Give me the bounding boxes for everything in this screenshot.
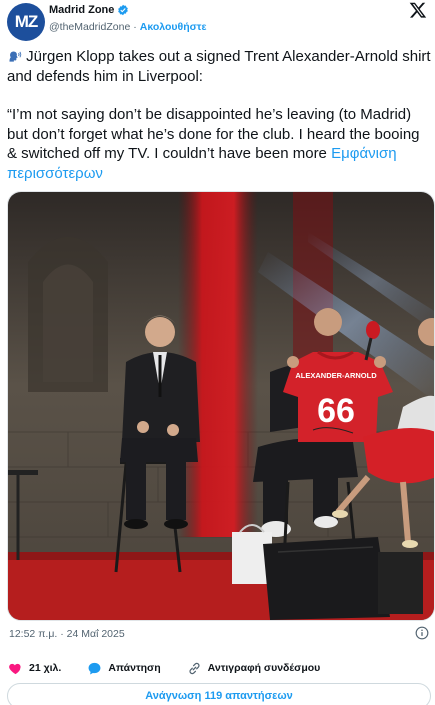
handle[interactable]: @theMadridZone <box>49 21 130 33</box>
tweet-line-1: Jürgen Klopp takes out a signed Trent Al… <box>7 48 431 85</box>
tweet-text: Jürgen Klopp takes out a signed Trent Al… <box>7 47 431 183</box>
tweet-timestamp[interactable]: 12:52 π.μ. · 24 Μαΐ 2025 <box>9 628 125 640</box>
name-row: Madrid Zone <box>49 4 129 16</box>
x-logo-icon[interactable] <box>409 1 427 19</box>
display-name[interactable]: Madrid Zone <box>49 4 114 16</box>
avatar-logo-text: MZ <box>14 12 39 31</box>
verified-badge-icon <box>118 4 129 16</box>
follow-link[interactable]: Ακολουθήστε <box>140 21 207 33</box>
info-icon[interactable] <box>415 626 429 640</box>
copy-link-button[interactable]: Αντιγραφή συνδέσμου <box>187 661 321 676</box>
separator-dot: · <box>133 21 137 33</box>
reply-label: Απάντηση <box>108 662 161 674</box>
signed-shirt: ALEXANDER-ARNOLD 66 <box>283 350 393 442</box>
read-replies-button[interactable]: Ανάγνωση 119 απαντήσεων <box>7 683 431 705</box>
microphone <box>366 321 380 339</box>
tweet-media-photo[interactable]: ALEXANDER-ARNOLD 66 <box>7 191 435 621</box>
tweet-paragraph-1: Jürgen Klopp takes out a signed Trent Al… <box>7 47 431 86</box>
avatar[interactable]: MZ <box>7 3 45 41</box>
link-icon <box>189 662 200 674</box>
like-button[interactable]: 21 χιλ. <box>8 661 61 676</box>
handle-row: @theMadridZone · Ακολουθήστε <box>49 21 206 33</box>
speaking-head-icon <box>9 51 22 62</box>
copy-link-label: Αντιγραφή συνδέσμου <box>207 662 321 674</box>
stage-photo: ALEXANDER-ARNOLD 66 <box>8 192 434 620</box>
reply-button[interactable]: Απάντηση <box>87 661 161 676</box>
action-bar: 21 χιλ. Απάντηση Αντιγραφή συνδέσμου <box>8 658 346 678</box>
shirt-number-text: 66 <box>317 392 355 430</box>
shirt-name-text: ALEXANDER-ARNOLD <box>295 371 377 380</box>
tweet-paragraph-2: “I’m not saying don’t be disappointed he… <box>7 105 431 183</box>
reply-bubble-icon <box>88 662 101 674</box>
tweet-header: MZ Madrid Zone @theMadridZone · Ακολουθή… <box>0 0 435 42</box>
heart-icon <box>9 663 21 674</box>
like-count: 21 χιλ. <box>29 662 62 674</box>
